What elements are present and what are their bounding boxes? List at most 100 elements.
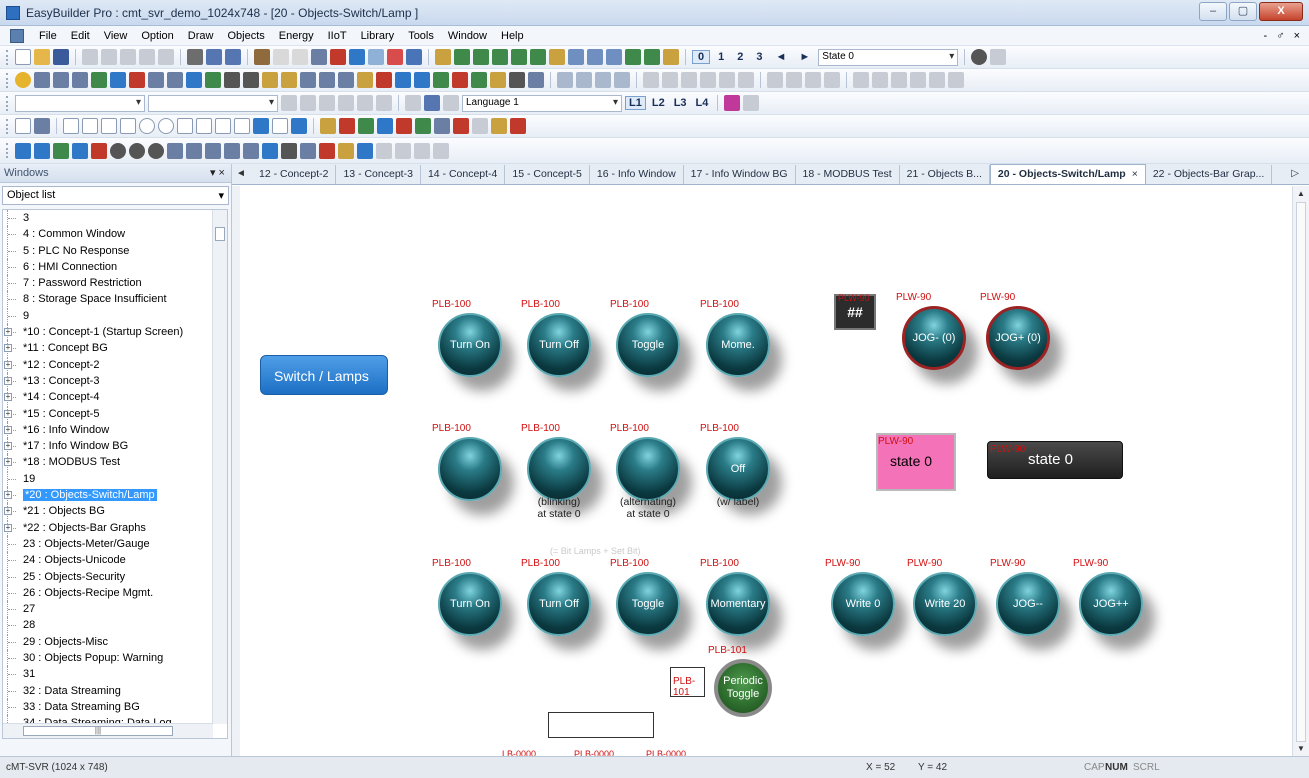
tab-item[interactable]: 14 - Concept-4: [420, 165, 506, 184]
graph-icon[interactable]: [625, 49, 641, 65]
same-width-icon[interactable]: [805, 72, 821, 88]
switch-lamp[interactable]: Mome.: [706, 313, 770, 377]
expand-icon[interactable]: +: [4, 376, 12, 385]
align-left-text-icon[interactable]: [338, 95, 354, 111]
underline-icon[interactable]: [443, 95, 459, 111]
tree-item[interactable]: 28: [3, 617, 227, 634]
tree-item[interactable]: 3: [3, 210, 227, 226]
trend-icon[interactable]: [357, 72, 373, 88]
set-word-button[interactable]: JOG++: [1079, 572, 1143, 636]
dialog-icon[interactable]: [281, 142, 297, 159]
open-folder-icon[interactable]: [34, 49, 50, 65]
menu-tools[interactable]: Tools: [401, 30, 441, 42]
tree-item[interactable]: + *10 : Concept-1 (Startup Screen): [3, 324, 227, 341]
arc-icon[interactable]: [120, 118, 136, 134]
waveform-icon[interactable]: [167, 142, 183, 159]
library-icon[interactable]: [254, 49, 270, 65]
tree-item[interactable]: 29 : Objects-Misc: [3, 633, 227, 650]
upload-icon[interactable]: [530, 49, 546, 65]
tree-item[interactable]: 27: [3, 601, 227, 618]
gauge-icon[interactable]: [148, 142, 164, 159]
bar-graph-icon[interactable]: [319, 72, 335, 88]
ungroup-icon[interactable]: [662, 72, 678, 88]
direct-window-icon[interactable]: [262, 72, 278, 88]
pen-tool-icon[interactable]: [320, 118, 336, 134]
toolbar-grip[interactable]: [6, 72, 9, 88]
table-object-icon[interactable]: [434, 118, 450, 134]
data-transfer-icon[interactable]: [471, 72, 487, 88]
tree-item[interactable]: 23 : Objects-Meter/Gauge: [3, 535, 227, 552]
menu-library[interactable]: Library: [354, 30, 402, 42]
tree-item[interactable]: + *21 : Objects BG: [3, 503, 227, 520]
layer-l3-button[interactable]: L3: [671, 97, 690, 109]
tab-item[interactable]: 21 - Objects B...: [899, 165, 990, 184]
set-bit-icon[interactable]: [53, 72, 69, 88]
id-icon[interactable]: [387, 49, 403, 65]
language-select[interactable]: Language 1: [462, 94, 622, 112]
minimize-button[interactable]: –: [1199, 2, 1227, 21]
expand-icon[interactable]: +: [4, 409, 12, 418]
book-icon[interactable]: [376, 142, 392, 159]
ascii-icon[interactable]: [205, 72, 221, 88]
window-icon[interactable]: [330, 49, 346, 65]
tab-item[interactable]: 20 - Objects-Switch/Lamp ×: [989, 164, 1146, 184]
toolbar-grip[interactable]: [6, 118, 9, 134]
grid-view-icon[interactable]: [587, 49, 603, 65]
font-shrink-icon[interactable]: [300, 95, 316, 111]
menu-iiot[interactable]: IIoT: [321, 30, 354, 42]
tab-item[interactable]: 12 - Concept-2: [252, 165, 337, 184]
paste-icon[interactable]: [120, 49, 136, 65]
tree-item[interactable]: 4 : Common Window: [3, 226, 227, 243]
tab-item[interactable]: 22 - Objects-Bar Grap...: [1145, 165, 1273, 184]
numeric-icon[interactable]: [186, 72, 202, 88]
set-word-button[interactable]: Write 0: [831, 572, 895, 636]
redo-icon[interactable]: [158, 49, 174, 65]
polyline-icon[interactable]: [82, 118, 98, 134]
align-left-icon[interactable]: [681, 72, 697, 88]
tree-item[interactable]: + *22 : Objects-Bar Graphs: [3, 519, 227, 536]
tree-horizontal-scrollbar[interactable]: |||: [3, 723, 213, 738]
size-select[interactable]: [148, 94, 278, 112]
rectangle-icon[interactable]: [177, 118, 193, 134]
canvas-vertical-scrollbar[interactable]: ▲ ▼: [1292, 186, 1309, 756]
tree-item[interactable]: + *18 : MODBUS Test: [3, 454, 227, 471]
pen-icon[interactable]: [273, 49, 289, 65]
expand-icon[interactable]: +: [4, 442, 12, 451]
undo-icon[interactable]: [139, 49, 155, 65]
scroll-thumb[interactable]: [1296, 202, 1306, 742]
print-preview-icon[interactable]: [395, 142, 411, 159]
flip-v-icon[interactable]: [948, 72, 964, 88]
layer-top-icon[interactable]: [595, 72, 611, 88]
set-word-button[interactable]: JOG--: [996, 572, 1060, 636]
align-right-text-icon[interactable]: [376, 95, 392, 111]
tree-item[interactable]: + *17 : Info Window BG: [3, 438, 227, 455]
combo-icon[interactable]: [167, 72, 183, 88]
frame-icon[interactable]: [368, 49, 384, 65]
switch-lamps-button[interactable]: Switch / Lamps: [260, 355, 388, 395]
menu-option[interactable]: Option: [134, 30, 180, 42]
tree-item[interactable]: + *16 : Info Window: [3, 421, 227, 438]
italic-icon[interactable]: [405, 95, 421, 111]
menu-edit[interactable]: Edit: [64, 30, 97, 42]
tree-item[interactable]: 25 : Objects-Security: [3, 568, 227, 585]
scroll-thumb[interactable]: |||: [23, 726, 173, 736]
layer-l2-button[interactable]: L2: [649, 97, 668, 109]
panel-controls[interactable]: ▾ ×: [210, 166, 225, 179]
align-icon[interactable]: [311, 49, 327, 65]
bit-lamp-icon[interactable]: [15, 72, 31, 88]
video-icon[interactable]: [528, 72, 544, 88]
tree-item[interactable]: + *14 : Concept-4: [3, 389, 227, 406]
tree-item[interactable]: 24 : Objects-Unicode: [3, 552, 227, 569]
menu-help[interactable]: Help: [494, 30, 531, 42]
print-icon[interactable]: [187, 49, 203, 65]
set-word-icon[interactable]: [72, 72, 88, 88]
menu-window[interactable]: Window: [441, 30, 494, 42]
distribute-h-icon[interactable]: [853, 72, 869, 88]
tree-item[interactable]: 33 : Data Streaming BG: [3, 698, 227, 715]
group-icon[interactable]: [643, 72, 659, 88]
tree-item[interactable]: + *20 : Objects-Switch/Lamp: [3, 487, 227, 504]
menu-view[interactable]: View: [97, 30, 135, 42]
system-register-icon[interactable]: [15, 142, 31, 159]
scale-icon[interactable]: [215, 118, 231, 134]
jog-button[interactable]: JOG- (0): [902, 306, 966, 370]
